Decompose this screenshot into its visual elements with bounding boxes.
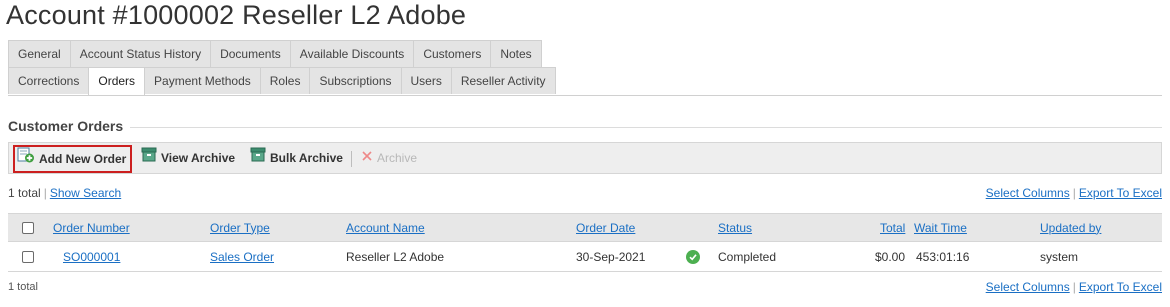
sort-wait-time[interactable]: Wait Time xyxy=(914,221,967,235)
export-to-excel-link[interactable]: Export To Excel xyxy=(1079,280,1162,294)
order-type-link[interactable]: Sales Order xyxy=(210,250,274,264)
order-number-link[interactable]: SO000001 xyxy=(63,250,120,264)
cell-account-name: Reseller L2 Adobe xyxy=(346,249,445,264)
export-to-excel-link[interactable]: Export To Excel xyxy=(1079,186,1162,200)
col-status: Status xyxy=(718,214,752,241)
cell-order-type: Sales Order xyxy=(210,242,274,271)
page-title: Account #1000002 Reseller L2 Adobe xyxy=(6,0,467,30)
sort-order-date[interactable]: Order Date xyxy=(576,221,635,235)
select-all-checkbox-cell xyxy=(22,214,34,241)
grid-actions-top: Select Columns | Export To Excel xyxy=(986,186,1162,200)
separator: | xyxy=(43,186,47,200)
toolbar: Add New Order View Archive Bulk Archive xyxy=(8,142,1162,174)
status-icon-cell xyxy=(686,242,700,271)
tab-orders[interactable]: Orders xyxy=(88,67,146,96)
sort-updated-by[interactable]: Updated by xyxy=(1040,221,1101,235)
x-icon xyxy=(361,143,373,173)
col-wait-time: Wait Time xyxy=(914,214,967,241)
sort-order-number[interactable]: Order Number xyxy=(53,221,130,235)
add-new-order-button[interactable]: Add New Order xyxy=(13,145,133,173)
tab-row-1: General Account Status History Documents… xyxy=(8,40,542,67)
select-columns-link[interactable]: Select Columns xyxy=(986,280,1070,294)
tab-reseller-activity[interactable]: Reseller Activity xyxy=(450,67,556,94)
cell-order-date: 30-Sep-2021 xyxy=(576,249,646,264)
check-circle-icon xyxy=(686,249,700,264)
tab-notes[interactable]: Notes xyxy=(490,40,542,67)
col-total: Total xyxy=(880,214,905,241)
separator: | xyxy=(1072,280,1076,294)
tab-customers[interactable]: Customers xyxy=(413,40,492,67)
table-row: SO000001 Sales Order Reseller L2 Adobe 3… xyxy=(8,242,1162,272)
cell-updated-by: system xyxy=(1040,249,1079,264)
section-divider xyxy=(130,127,1162,128)
select-all-checkbox[interactable] xyxy=(22,221,34,234)
archive-box-icon xyxy=(250,143,266,173)
sort-status[interactable]: Status xyxy=(718,221,752,235)
grid-header: Order Number Order Type Account Name Ord… xyxy=(8,213,1162,242)
sort-total[interactable]: Total xyxy=(880,221,905,235)
row-checkbox[interactable] xyxy=(22,250,34,263)
add-new-order-label: Add New Order xyxy=(39,152,127,166)
view-archive-label: View Archive xyxy=(161,151,236,165)
show-search-link[interactable]: Show Search xyxy=(50,186,121,200)
sort-order-type[interactable]: Order Type xyxy=(210,221,270,235)
archive-box-icon xyxy=(141,143,157,173)
col-order-number: Order Number xyxy=(53,214,130,241)
tab-row-2: Corrections Orders Payment Methods Roles… xyxy=(8,67,556,96)
total-count: 1 total xyxy=(8,186,41,200)
toolbar-separator xyxy=(351,151,352,167)
grid-actions-bottom: Select Columns | Export To Excel xyxy=(986,280,1162,294)
select-columns-link[interactable]: Select Columns xyxy=(986,186,1070,200)
bulk-archive-label: Bulk Archive xyxy=(270,151,343,165)
col-order-type: Order Type xyxy=(210,214,270,241)
archive-label: Archive xyxy=(377,151,418,165)
tab-roles[interactable]: Roles xyxy=(259,67,311,94)
sort-account-name[interactable]: Account Name xyxy=(346,221,425,235)
tab-payment-methods[interactable]: Payment Methods xyxy=(144,67,261,94)
cell-wait-time: 453:01:16 xyxy=(916,249,970,264)
tab-divider xyxy=(8,95,1162,96)
cell-status: Completed xyxy=(718,249,777,264)
cell-order-number: SO000001 xyxy=(63,242,120,271)
separator: | xyxy=(1072,186,1076,200)
view-archive-button[interactable]: View Archive xyxy=(141,143,235,173)
tab-subscriptions[interactable]: Subscriptions xyxy=(309,67,402,94)
col-order-date: Order Date xyxy=(576,214,635,241)
bulk-archive-button[interactable]: Bulk Archive xyxy=(250,143,343,173)
tab-corrections[interactable]: Corrections xyxy=(8,67,90,94)
cell-total: $0.00 xyxy=(875,249,906,264)
tab-users[interactable]: Users xyxy=(400,67,452,94)
col-account-name: Account Name xyxy=(346,214,425,241)
row-checkbox-cell xyxy=(22,242,34,271)
tab-available-discounts[interactable]: Available Discounts xyxy=(289,40,415,67)
col-updated-by: Updated by xyxy=(1040,214,1101,241)
archive-button[interactable]: Archive xyxy=(361,143,417,173)
tab-documents[interactable]: Documents xyxy=(210,40,291,67)
tab-general[interactable]: General xyxy=(8,40,71,67)
results-summary-top: 1 total | Show Search xyxy=(8,186,121,200)
tab-account-status-history[interactable]: Account Status History xyxy=(69,40,212,67)
section-title: Customer Orders xyxy=(8,118,124,134)
results-summary-bottom: 1 total xyxy=(8,281,38,293)
orders-grid: Order Number Order Type Account Name Ord… xyxy=(8,213,1162,272)
add-document-icon xyxy=(17,147,35,171)
